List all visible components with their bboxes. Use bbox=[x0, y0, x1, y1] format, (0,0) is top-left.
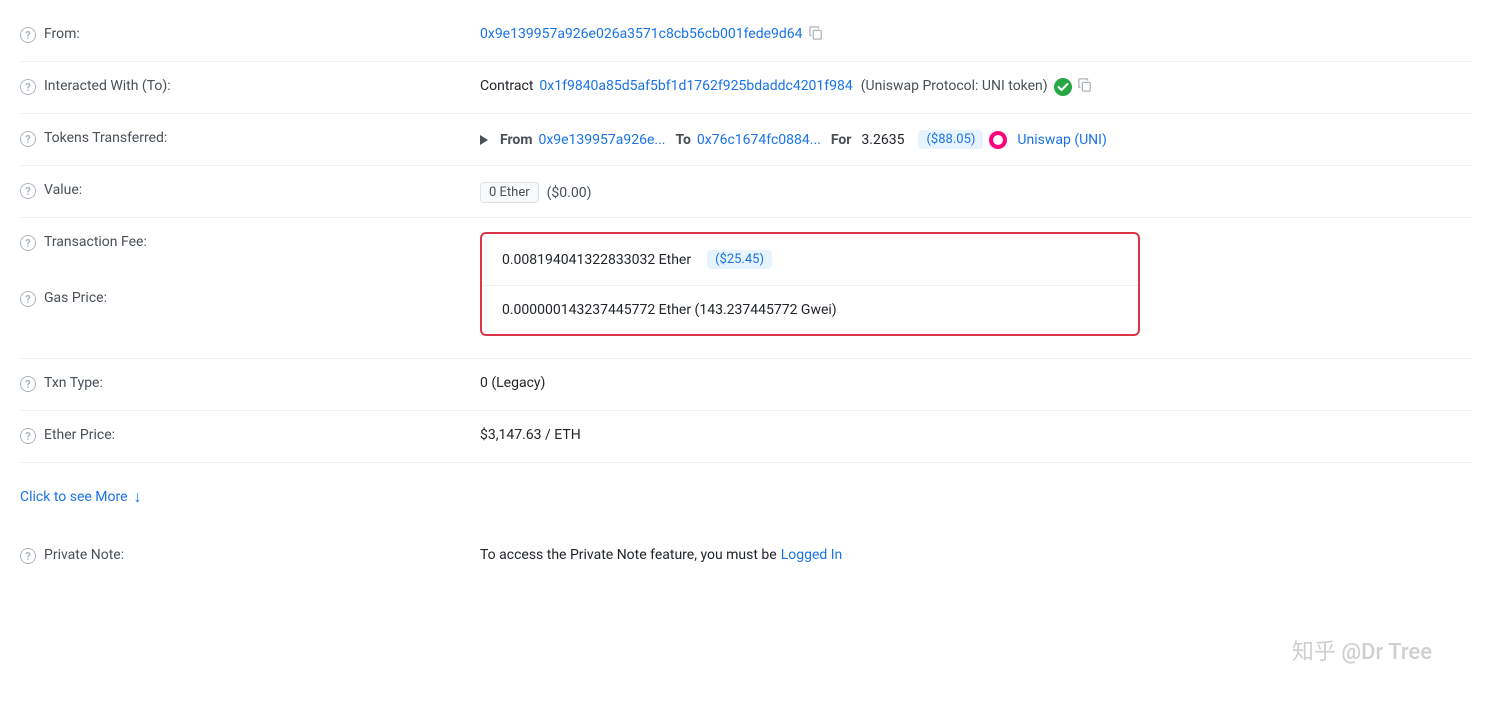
interacted-label: Interacted With (To): bbox=[44, 78, 171, 94]
txn-fee2-amount: 0.008194041322833032 Ether bbox=[502, 252, 691, 268]
gas-price2-help-icon[interactable]: ? bbox=[20, 291, 36, 307]
interacted-value-col: Contract 0x1f9840a85d5af5bf1d1762f925bda… bbox=[480, 76, 1472, 96]
fee-gas-labels: ? Transaction Fee: ? Gas Price: bbox=[20, 232, 480, 344]
ether-price-label: Ether Price: bbox=[44, 427, 115, 443]
from-row: ? From: 0x9e139957a926e026a3571c8cb56cb0… bbox=[20, 10, 1472, 62]
watermark: 知乎 @Dr Tree bbox=[1292, 634, 1432, 666]
txn-fee-label-item: ? Transaction Fee: bbox=[20, 232, 480, 288]
txn-fee2-label: Transaction Fee: bbox=[44, 234, 147, 250]
to-keyword: To bbox=[676, 132, 691, 148]
fee-gas-box: 0.008194041322833032 Ether ($25.45) 0.00… bbox=[480, 232, 1140, 336]
from-help-icon[interactable]: ? bbox=[20, 27, 36, 43]
click-more-container: Click to see More ↓ bbox=[20, 463, 1472, 531]
uni-token-icon bbox=[989, 131, 1007, 149]
txn-fee-inner-row: 0.008194041322833032 Ether ($25.45) bbox=[482, 234, 1138, 286]
fee-gas-box-col: 0.008194041322833032 Ether ($25.45) 0.00… bbox=[480, 232, 1472, 344]
value-ether-badge: 0 Ether bbox=[480, 182, 539, 203]
triangle-icon bbox=[480, 135, 488, 145]
ether-price-value: $3,147.63 / ETH bbox=[480, 427, 581, 443]
value-usd: ($0.00) bbox=[547, 185, 592, 201]
gas-price-label-item: ? Gas Price: bbox=[20, 288, 480, 344]
logged-in-link[interactable]: Logged In bbox=[781, 547, 843, 563]
gas-price2-value: 0.000000143237445772 Ether (143.23744577… bbox=[502, 302, 837, 318]
txn-type-value: 0 (Legacy) bbox=[480, 375, 545, 391]
verified-icon bbox=[1054, 78, 1072, 96]
ether-price-label-col: ? Ether Price: bbox=[20, 425, 480, 444]
interacted-help-icon[interactable]: ? bbox=[20, 79, 36, 95]
value-label-col: ? Value: bbox=[20, 180, 480, 199]
from-value-col: 0x9e139957a926e026a3571c8cb56cb001fede9d… bbox=[480, 24, 1472, 42]
click-more-label: Click to see More bbox=[20, 489, 128, 505]
fee-gas-proper-row: ? Transaction Fee: ? Gas Price: 0.008194… bbox=[20, 218, 1472, 359]
tokens-help-icon[interactable]: ? bbox=[20, 131, 36, 147]
tokens-label-col: ? Tokens Transferred: bbox=[20, 128, 480, 147]
contract-prefix: Contract bbox=[480, 78, 533, 94]
gas-price2-label: Gas Price: bbox=[44, 290, 107, 306]
from-keyword: From bbox=[500, 132, 532, 148]
click-more-button[interactable]: Click to see More ↓ bbox=[20, 473, 142, 521]
txn-type-label: Txn Type: bbox=[44, 375, 103, 391]
value-help-icon[interactable]: ? bbox=[20, 183, 36, 199]
tokens-transferred-row: ? Tokens Transferred: From 0x9e139957a92… bbox=[20, 114, 1472, 166]
value-row: ? Value: 0 Ether ($0.00) bbox=[20, 166, 1472, 218]
private-note-text: To access the Private Note feature, you … bbox=[480, 547, 777, 563]
interacted-copy-icon[interactable] bbox=[1078, 78, 1092, 92]
txn-type-label-col: ? Txn Type: bbox=[20, 373, 480, 392]
txn-fee2-usd: ($25.45) bbox=[707, 250, 772, 269]
tokens-label: Tokens Transferred: bbox=[44, 130, 167, 146]
txn-fee2-help-icon[interactable]: ? bbox=[20, 235, 36, 251]
gas-price-inner-row: 0.000000143237445772 Ether (143.23744577… bbox=[482, 286, 1138, 334]
private-note-help-icon[interactable]: ? bbox=[20, 548, 36, 564]
private-note-value-col: To access the Private Note feature, you … bbox=[480, 545, 1472, 563]
private-note-label-col: ? Private Note: bbox=[20, 545, 480, 564]
private-note-label: Private Note: bbox=[44, 547, 124, 563]
txn-type-row: ? Txn Type: 0 (Legacy) bbox=[20, 359, 1472, 411]
tokens-usd-badge: ($88.05) bbox=[918, 130, 983, 149]
value-value-col: 0 Ether ($0.00) bbox=[480, 180, 1472, 203]
ether-price-value-col: $3,147.63 / ETH bbox=[480, 425, 1472, 443]
tokens-value-col: From 0x9e139957a926e... To 0x76c1674fc08… bbox=[480, 128, 1472, 149]
ether-price-help-icon[interactable]: ? bbox=[20, 428, 36, 444]
interacted-suffix: (Uniswap Protocol: UNI token) bbox=[861, 78, 1048, 94]
tokens-to-address[interactable]: 0x76c1674fc0884... bbox=[697, 132, 821, 148]
tokens-from-address[interactable]: 0x9e139957a926e... bbox=[538, 132, 665, 148]
interacted-label-col: ? Interacted With (To): bbox=[20, 76, 480, 95]
value-label: Value: bbox=[44, 182, 82, 198]
ether-price-row: ? Ether Price: $3,147.63 / ETH bbox=[20, 411, 1472, 463]
interacted-address-link[interactable]: 0x1f9840a85d5af5bf1d1762f925bdaddc4201f9… bbox=[539, 78, 852, 94]
from-label-col: ? From: bbox=[20, 24, 480, 43]
for-keyword: For bbox=[831, 132, 852, 148]
from-copy-icon[interactable] bbox=[809, 26, 823, 40]
txn-type-help-icon[interactable]: ? bbox=[20, 376, 36, 392]
interacted-with-row: ? Interacted With (To): Contract 0x1f984… bbox=[20, 62, 1472, 114]
from-address-link[interactable]: 0x9e139957a926e026a3571c8cb56cb001fede9d… bbox=[480, 26, 803, 42]
txn-type-value-col: 0 (Legacy) bbox=[480, 373, 1472, 391]
private-note-row: ? Private Note: To access the Private No… bbox=[20, 531, 1472, 583]
tokens-amount: 3.2635 bbox=[861, 132, 904, 148]
from-label: From: bbox=[44, 26, 80, 42]
token-name-link[interactable]: Uniswap (UNI) bbox=[1017, 132, 1106, 148]
click-more-arrow: ↓ bbox=[134, 487, 142, 507]
